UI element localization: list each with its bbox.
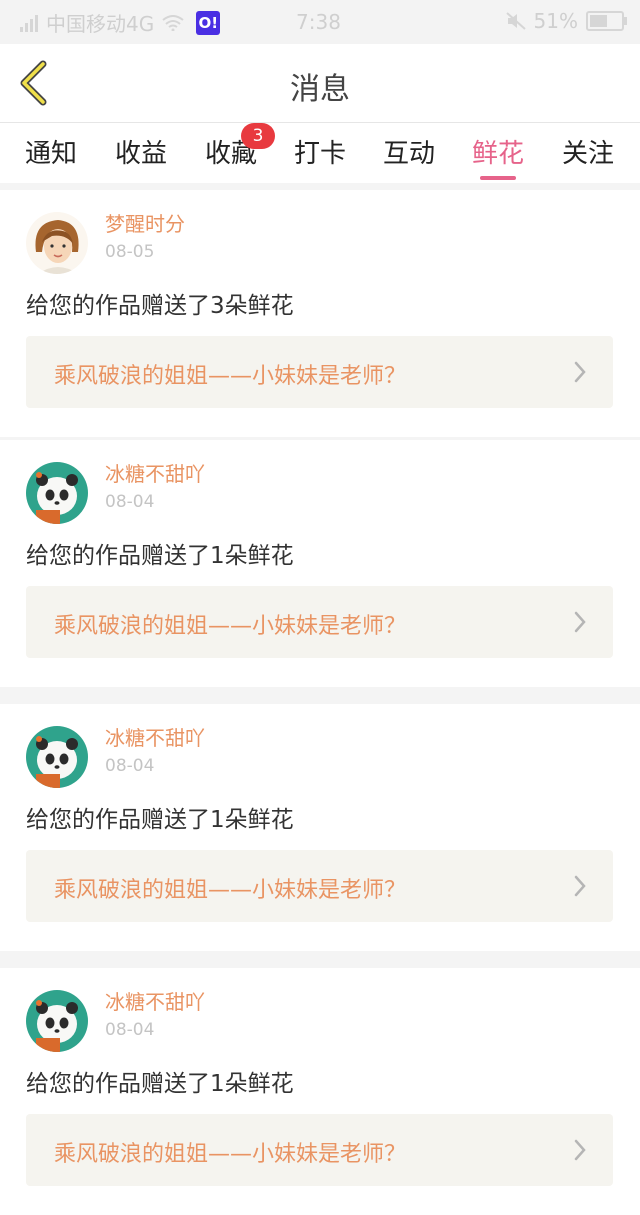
- signal-icon: [20, 14, 38, 32]
- tab-checkin[interactable]: 打卡: [280, 133, 360, 170]
- message-card: 冰糖不甜吖 08-04 给您的作品赠送了1朵鲜花 乘风破浪的姐姐——小妹妹是老师…: [0, 704, 640, 951]
- message-date: 08-04: [105, 492, 155, 512]
- avatar[interactable]: [26, 990, 88, 1052]
- app-notification-icon: O!: [196, 10, 221, 35]
- status-time: 7:38: [296, 10, 341, 34]
- message-card: 冰糖不甜吖 08-04 给您的作品赠送了1朵鲜花 乘风破浪的姐姐——小妹妹是老师…: [0, 968, 640, 1215]
- work-link[interactable]: 乘风破浪的姐姐——小妹妹是老师？: [26, 586, 613, 658]
- chevron-right-icon: [574, 875, 586, 897]
- tab-notifications[interactable]: 通知: [11, 133, 91, 170]
- message-text: 给您的作品赠送了1朵鲜花: [26, 543, 294, 569]
- status-left: 中国移动4G O!: [20, 8, 221, 37]
- unread-badge: 3: [241, 123, 275, 149]
- tab-earnings[interactable]: 收益: [101, 133, 181, 170]
- tab-interaction[interactable]: 互动: [369, 133, 449, 170]
- avatar[interactable]: [26, 462, 88, 524]
- message-card: 梦醒时分 08-05 给您的作品赠送了3朵鲜花 乘风破浪的姐姐——小妹妹是老师？: [0, 190, 640, 437]
- sender-name[interactable]: 冰糖不甜吖: [105, 722, 205, 751]
- tab-label: 关注: [561, 139, 614, 169]
- tab-label: 收益: [114, 139, 167, 169]
- chevron-right-icon: [574, 361, 586, 383]
- work-link[interactable]: 乘风破浪的姐姐——小妹妹是老师？: [26, 1114, 613, 1186]
- mute-icon: [505, 12, 526, 30]
- sender-name[interactable]: 冰糖不甜吖: [105, 458, 205, 487]
- carrier-label: 中国移动4G: [46, 12, 155, 36]
- tab-label: 互动: [382, 139, 435, 169]
- tab-label: 打卡: [293, 139, 346, 169]
- tab-label: 鲜花: [471, 139, 524, 169]
- work-title: 乘风破浪的姐姐——小妹妹是老师？: [54, 364, 407, 389]
- sender-name[interactable]: 冰糖不甜吖: [105, 986, 205, 1015]
- tab-favorites[interactable]: 收藏 3: [191, 123, 275, 170]
- work-title: 乘风破浪的姐姐——小妹妹是老师？: [54, 878, 407, 903]
- active-tab-indicator: [480, 176, 516, 180]
- tab-label: 通知: [24, 139, 77, 169]
- work-link[interactable]: 乘风破浪的姐姐——小妹妹是老师？: [26, 850, 613, 922]
- chevron-right-icon: [574, 1139, 586, 1161]
- avatar[interactable]: [26, 726, 88, 788]
- message-text: 给您的作品赠送了1朵鲜花: [26, 807, 294, 833]
- battery-icon: [586, 11, 627, 31]
- work-title: 乘风破浪的姐姐——小妹妹是老师？: [54, 614, 407, 639]
- message-text: 给您的作品赠送了3朵鲜花: [26, 293, 294, 319]
- message-date: 08-04: [105, 1020, 155, 1040]
- message-text: 给您的作品赠送了1朵鲜花: [26, 1071, 294, 1097]
- avatar[interactable]: [26, 212, 88, 274]
- wifi-icon: [162, 14, 184, 31]
- battery-percent: 51%: [533, 9, 578, 33]
- message-card: 冰糖不甜吖 08-04 给您的作品赠送了1朵鲜花 乘风破浪的姐姐——小妹妹是老师…: [0, 440, 640, 687]
- message-date: 08-04: [105, 756, 155, 776]
- tab-flowers[interactable]: 鲜花: [458, 133, 538, 180]
- page-title: 消息: [290, 72, 350, 107]
- header-bar: 消息: [0, 44, 640, 123]
- chevron-right-icon: [574, 611, 586, 633]
- work-title: 乘风破浪的姐姐——小妹妹是老师？: [54, 1142, 407, 1167]
- work-link[interactable]: 乘风破浪的姐姐——小妹妹是老师？: [26, 336, 613, 408]
- status-bar: 中国移动4G O! 7:38 51%: [0, 0, 640, 44]
- message-date: 08-05: [105, 242, 155, 262]
- sender-name[interactable]: 梦醒时分: [105, 208, 185, 237]
- tab-bar: 通知 收益 收藏 3 打卡 互动 鲜花 关注: [0, 123, 640, 183]
- tab-following[interactable]: 关注: [548, 133, 628, 170]
- status-right: 51%: [505, 9, 627, 33]
